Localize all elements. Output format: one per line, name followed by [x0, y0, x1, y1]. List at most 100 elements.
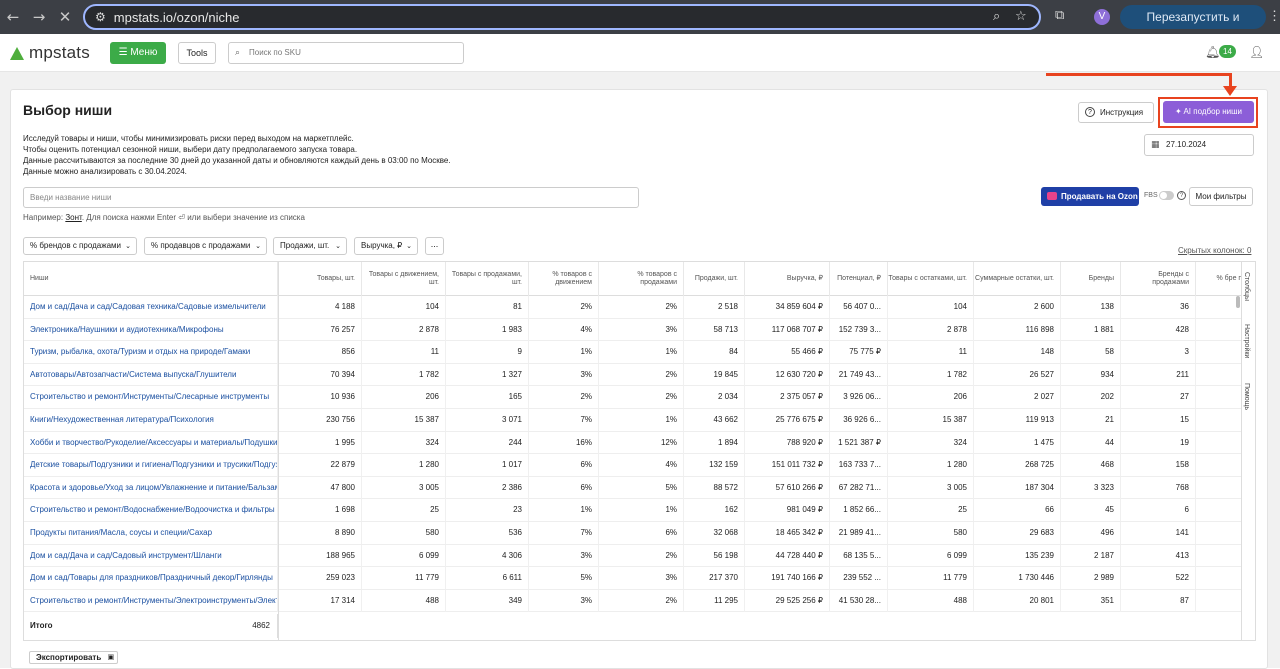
niche-link[interactable]: Детские товары/Подгузники и гигиена/Подг… — [24, 454, 278, 477]
fbs-toggle[interactable] — [1159, 191, 1174, 200]
column-header[interactable]: Потенциал, ₽ — [830, 262, 888, 296]
table-row[interactable]: Детские товары/Подгузники и гигиена/Подг… — [24, 454, 1255, 477]
niche-link[interactable]: Строительство и ремонт/Водоснабжение/Вод… — [24, 499, 278, 522]
table-row[interactable]: Строительство и ремонт/Инструменты/Элект… — [24, 589, 1255, 613]
table-row[interactable]: Дом и сад/Дача и сад/Садовая техника/Сад… — [24, 296, 1255, 319]
bookmark-star-icon[interactable]: ☆ — [1015, 9, 1027, 24]
table-cell: 4% — [529, 318, 599, 341]
table-cell: 117 068 707 ₽ — [745, 318, 830, 341]
table-cell: 21 989 41... — [830, 522, 888, 544]
table-cell: 3% — [529, 589, 599, 612]
sell-on-ozon-button[interactable]: Продавать на Ozon — [1041, 187, 1139, 206]
niche-link[interactable]: Продукты питания/Масла, соусы и специи/С… — [24, 522, 278, 544]
page-title: Выбор ниши — [23, 102, 113, 118]
table-cell: 7% — [529, 409, 599, 431]
table-row[interactable]: Продукты питания/Масла, соусы и специи/С… — [24, 522, 1255, 545]
filter-sellers-with-sales[interactable]: % продавцов с продажами ⌄ — [144, 237, 267, 255]
tools-button[interactable]: Tools — [178, 42, 216, 64]
relaunch-button[interactable]: Перезапустить и обновить — [1120, 5, 1266, 48]
table-cell: 88 572 — [684, 476, 745, 499]
column-header[interactable]: Бренды — [1061, 262, 1121, 296]
column-header[interactable]: Продажи, шт. — [684, 262, 745, 296]
column-header[interactable]: Товары с продажами, шт. — [446, 262, 529, 296]
column-header[interactable]: Ниши — [24, 262, 278, 296]
column-header[interactable]: Выручка, ₽ — [745, 262, 830, 296]
niche-link[interactable]: Красота и здоровье/Уход за лицом/Увлажне… — [24, 476, 278, 499]
back-icon[interactable]: ← — [0, 8, 26, 26]
date-picker[interactable]: ▦ 27.10.2024 — [1144, 134, 1254, 156]
example-link[interactable]: Зонт — [65, 213, 81, 222]
niche-link[interactable]: Автотовары/Автозапчасти/Система выпуска/… — [24, 363, 278, 386]
vertical-scrollbar[interactable] — [1236, 296, 1240, 308]
niche-link[interactable]: Хобби и творчество/Рукоделие/Аксессуары … — [24, 431, 278, 454]
column-header[interactable]: Бренды с продажами — [1121, 262, 1196, 296]
table-row[interactable]: Дом и сад/Дача и сад/Садовый инструмент/… — [24, 544, 1255, 568]
table-cell: 324 — [888, 431, 974, 454]
filter-sales[interactable]: Продажи, шт. ⌄ — [273, 237, 347, 255]
address-bar[interactable]: ⚙ mpstats.io/ozon/niche ⌕ ☆ — [83, 4, 1041, 30]
bell-icon[interactable]: 🔔︎ — [1205, 45, 1220, 59]
fbs-help-icon[interactable]: ? — [1177, 191, 1186, 200]
zoom-icon[interactable]: ⌕ — [993, 9, 1000, 24]
filter-label: Выручка, ₽ — [361, 241, 403, 250]
niche-link[interactable]: Книги/Нехудожественная литература/Психол… — [24, 409, 278, 431]
table-cell: 152 739 3... — [830, 318, 888, 341]
table-cell: 536 — [446, 522, 529, 544]
niche-link[interactable]: Строительство и ремонт/Инструменты/Элект… — [24, 589, 278, 612]
table-row[interactable]: Хобби и творчество/Рукоделие/Аксессуары … — [24, 431, 1255, 455]
table-cell: 4 188 — [278, 296, 362, 318]
logo[interactable]: mpstats — [10, 43, 90, 63]
side-tab-help[interactable]: Помощь — [1243, 383, 1250, 410]
column-header[interactable]: % товаров с движением — [529, 262, 599, 296]
side-tab-settings[interactable]: Настройки — [1243, 324, 1250, 358]
table-row[interactable]: Книги/Нехудожественная литература/Психол… — [24, 409, 1255, 432]
stop-icon[interactable]: ✕ — [52, 8, 78, 26]
table-cell: 1 698 — [278, 499, 362, 522]
user-icon[interactable]: 👤︎ — [1249, 45, 1264, 59]
table-cell: 468 — [1061, 454, 1121, 477]
date-value: 27.10.2024 — [1166, 140, 1207, 149]
site-info-icon[interactable]: ⚙ — [95, 10, 106, 24]
table-cell: 3 323 — [1061, 476, 1121, 499]
table-row[interactable]: Дом и сад/Товары для праздников/Празднич… — [24, 567, 1255, 590]
table-row[interactable]: Туризм, рыбалка, охота/Туризм и отдых на… — [24, 341, 1255, 364]
filter-brands-with-sales[interactable]: % брендов с продажами ⌄ — [23, 237, 137, 255]
table-row[interactable]: Красота и здоровье/Уход за лицом/Увлажне… — [24, 476, 1255, 500]
filter-revenue[interactable]: Выручка, ₽ ⌄ — [354, 237, 418, 255]
table-row[interactable]: Строительство и ремонт/Инструменты/Слеса… — [24, 386, 1255, 409]
side-tab-columns[interactable]: Столбцы — [1243, 272, 1250, 301]
column-header[interactable]: Товары с движением, шт. — [362, 262, 446, 296]
niche-link[interactable]: Туризм, рыбалка, охота/Туризм и отдых на… — [24, 341, 278, 364]
table-cell: 47 800 — [278, 476, 362, 499]
table-row[interactable]: Автотовары/Автозапчасти/Система выпуска/… — [24, 363, 1255, 387]
table-row[interactable]: Электроника/Наушники и аудиотехника/Микр… — [24, 318, 1255, 342]
profile-avatar[interactable]: V — [1094, 9, 1110, 25]
menu-button[interactable]: ☰ Меню — [110, 42, 166, 64]
excel-icon: ▣ — [107, 653, 115, 661]
niche-link[interactable]: Дом и сад/Товары для праздников/Празднич… — [24, 567, 278, 590]
sku-search-input[interactable]: ⌕ Поиск по SKU — [228, 42, 464, 64]
column-header[interactable]: Суммарные остатки, шт. — [974, 262, 1061, 296]
column-header[interactable]: Товары, шт. — [278, 262, 362, 296]
column-header[interactable]: Товары с остатками, шт. — [888, 262, 974, 296]
hidden-columns-link[interactable]: Скрытых колонок: 0 — [1178, 246, 1251, 255]
table-cell: 26 527 — [974, 363, 1061, 386]
table-cell: 3% — [529, 544, 599, 567]
ai-niche-button[interactable]: ✦ AI подбор ниши — [1163, 101, 1254, 123]
niche-search-input[interactable]: Введи название ниши — [23, 187, 639, 208]
niche-link[interactable]: Строительство и ремонт/Инструменты/Слеса… — [24, 386, 278, 409]
table-row[interactable]: Строительство и ремонт/Водоснабжение/Вод… — [24, 499, 1255, 522]
forward-icon[interactable]: → — [26, 8, 52, 26]
niche-link[interactable]: Дом и сад/Дача и сад/Садовый инструмент/… — [24, 544, 278, 567]
instruction-button[interactable]: ? Инструкция — [1078, 102, 1154, 123]
niche-link[interactable]: Электроника/Наушники и аудиотехника/Микр… — [24, 318, 278, 341]
extensions-icon[interactable]: ⧉ — [1055, 8, 1064, 23]
my-filters-button[interactable]: Мои фильтры — [1189, 187, 1253, 206]
table-cell: 3 005 — [888, 476, 974, 499]
export-button[interactable]: Экспортировать ▣ — [29, 651, 119, 664]
niche-link[interactable]: Дом и сад/Дача и сад/Садовая техника/Сад… — [24, 296, 278, 318]
more-filters-button[interactable]: ... — [425, 237, 444, 255]
table-cell: 87 — [1121, 589, 1196, 612]
column-header[interactable]: % товаров с продажами — [599, 262, 684, 296]
browser-menu-icon[interactable]: ⋮ — [1268, 8, 1280, 24]
